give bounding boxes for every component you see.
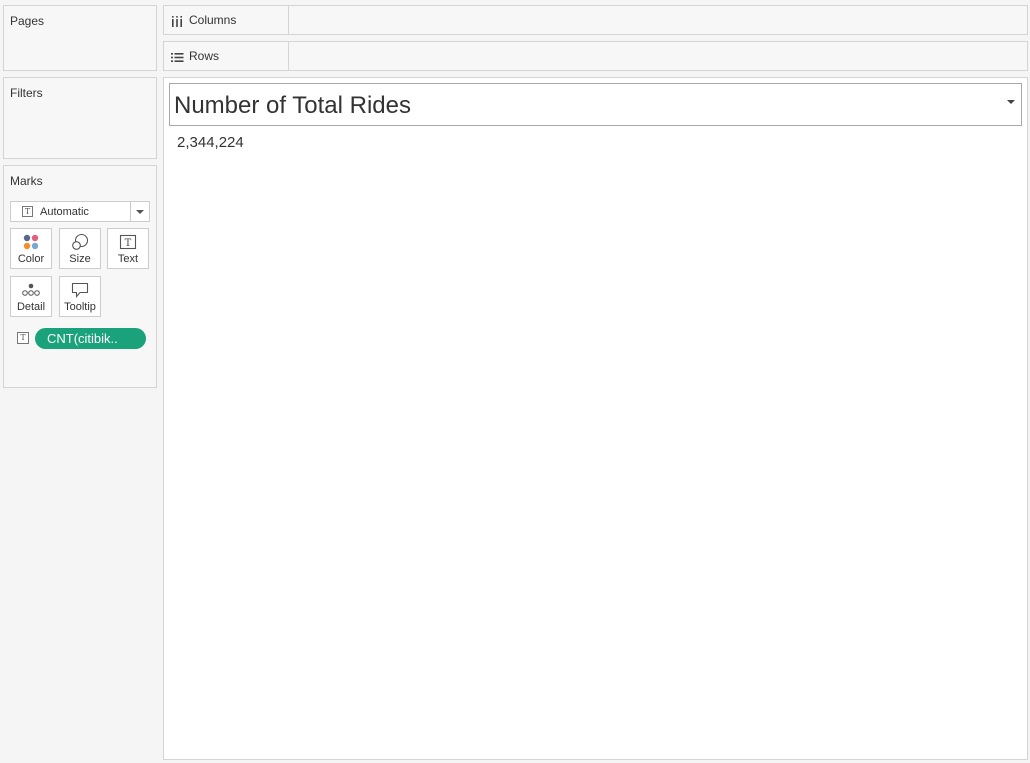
text-button[interactable]: T Text	[107, 228, 149, 269]
mark-type-label: Automatic	[40, 206, 89, 218]
marks-card: Marks T Automatic Color Size T Text Deta…	[3, 165, 157, 388]
detail-label: Detail	[16, 301, 46, 313]
chevron-down-icon[interactable]	[1007, 100, 1015, 104]
detail-button[interactable]: Detail	[10, 276, 52, 317]
columns-label: Columns	[189, 13, 237, 27]
view-title: Number of Total Rides	[174, 92, 411, 119]
columns-icon	[171, 14, 183, 32]
speech-bubble-icon	[60, 281, 100, 299]
filters-title: Filters	[10, 86, 43, 100]
cnt-field-pill[interactable]: CNT(citibik..	[35, 328, 146, 349]
pages-title: Pages	[10, 14, 45, 28]
total-rides-value[interactable]: 2,344,224	[177, 134, 244, 151]
text-label: Text	[117, 253, 139, 265]
marks-title: Marks	[10, 174, 43, 188]
view-title-box[interactable]: Number of Total Rides	[169, 83, 1022, 126]
color-button[interactable]: Color	[10, 228, 52, 269]
text-icon: T	[22, 206, 33, 217]
rows-icon	[171, 50, 184, 68]
filters-card[interactable]: Filters	[3, 77, 157, 159]
columns-shelf[interactable]: Columns	[163, 5, 1028, 35]
svg-text:T: T	[125, 238, 132, 249]
color-label: Color	[17, 253, 45, 265]
view-canvas[interactable]: Number of Total Rides 2,344,224	[163, 77, 1028, 760]
detail-dots-icon	[11, 281, 51, 299]
color-dots-icon	[11, 233, 51, 251]
tooltip-label: Tooltip	[64, 301, 96, 313]
text-box-icon: T	[108, 233, 148, 251]
size-label: Size	[69, 253, 91, 265]
rows-shelf[interactable]: Rows	[163, 41, 1028, 71]
text-icon: T	[17, 332, 29, 344]
mark-type-dropdown[interactable]: T Automatic	[10, 201, 150, 222]
size-button[interactable]: Size	[59, 228, 101, 269]
pages-card[interactable]: Pages	[3, 5, 157, 71]
size-circles-icon	[60, 233, 100, 251]
columns-shelf-header: Columns	[164, 6, 289, 34]
rows-shelf-header: Rows	[164, 42, 289, 70]
tooltip-button[interactable]: Tooltip	[59, 276, 101, 317]
rows-label: Rows	[189, 49, 220, 63]
chevron-down-icon[interactable]	[130, 202, 149, 221]
